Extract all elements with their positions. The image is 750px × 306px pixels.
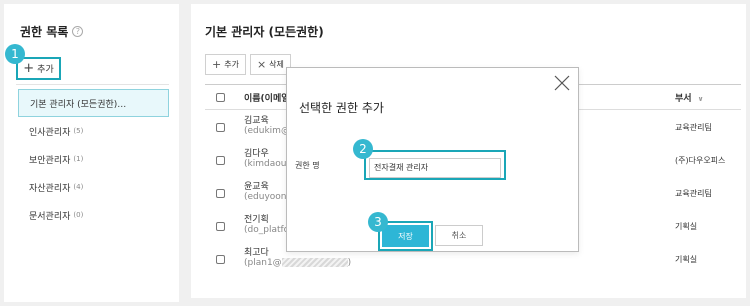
divider: [16, 84, 169, 85]
add-permission-label: 추가: [37, 65, 54, 75]
member-dept: 교육관리팀: [675, 123, 712, 132]
member-email: (edukim@: [244, 126, 290, 136]
member-dept: 기획실: [675, 222, 698, 231]
toolbar: + 추가 × 삭제: [205, 54, 291, 75]
permission-item-basic-admin[interactable]: 기본 관리자 (모든권한)…: [18, 89, 169, 117]
column-header-name[interactable]: 이름(이메일: [244, 91, 290, 104]
member-name: 김교육: [244, 116, 269, 126]
permission-list-panel: 권한 목록 ? + 추가 기본 관리자 (모든권한)… 인사관리자 (5) 보안…: [4, 4, 179, 302]
row-checkbox[interactable]: [216, 255, 225, 264]
step-badge-2: 2: [353, 139, 373, 159]
step-badge-3: 3: [368, 212, 388, 232]
delete-member-label: 삭제: [269, 60, 284, 69]
permission-item-document-admin[interactable]: 문서관리자 (0): [18, 201, 169, 229]
permission-item-count: (5): [73, 127, 84, 135]
permission-item-hr-admin[interactable]: 인사관리자 (5): [18, 117, 169, 145]
member-dept: 교육관리팀: [675, 189, 712, 198]
row-checkbox[interactable]: [216, 156, 225, 165]
member-dept: 기획실: [675, 255, 698, 264]
step-badge-1: 1: [5, 44, 25, 64]
add-member-button[interactable]: + 추가: [205, 54, 246, 75]
cancel-button[interactable]: 취소: [435, 225, 483, 246]
permission-item-count: (4): [73, 183, 84, 191]
member-name: 김다우: [244, 149, 269, 159]
permission-item-asset-admin[interactable]: 자산관리자 (4): [18, 173, 169, 201]
permission-name-label: 권한 명: [295, 161, 320, 170]
plus-icon: +: [23, 60, 35, 76]
masked-email-placeholder: [281, 258, 348, 267]
permission-item-security-admin[interactable]: 보안관리자 (1): [18, 145, 169, 173]
plus-icon: +: [212, 58, 222, 71]
member-email: (plan1@): [244, 258, 351, 268]
help-icon[interactable]: ?: [72, 26, 84, 37]
add-member-label: 추가: [224, 60, 239, 69]
permission-list: 기본 관리자 (모든권한)… 인사관리자 (5) 보안관리자 (1) 자산관리자…: [18, 89, 169, 229]
permission-item-label: 인사관리자: [29, 127, 71, 138]
panel-title: 권한 목록 ?: [20, 23, 84, 40]
panel-title-text: 권한 목록: [20, 25, 69, 39]
permission-name-highlight: [364, 150, 506, 180]
member-email-suffix: ): [347, 258, 352, 268]
select-all-checkbox[interactable]: [216, 93, 225, 102]
delete-member-button[interactable]: × 삭제: [249, 54, 291, 75]
column-header-dept[interactable]: 부서 ∨: [675, 91, 703, 104]
row-checkbox[interactable]: [216, 123, 225, 132]
column-header-dept-label: 부서: [675, 94, 692, 104]
permission-item-label: 문서관리자: [29, 211, 71, 222]
add-permission-dialog: 선택한 권한 추가 권한 명 저장 취소: [286, 67, 579, 252]
add-permission-button[interactable]: + 추가: [16, 57, 61, 80]
member-name: 윤교육: [244, 182, 269, 192]
chevron-down-icon: ∨: [697, 95, 704, 103]
row-checkbox[interactable]: [216, 222, 225, 231]
permission-item-label: 보안관리자: [29, 155, 71, 166]
member-name: 최고다: [244, 248, 269, 258]
permission-item-count: (1): [73, 155, 84, 163]
page-title: 기본 관리자 (모든권한): [205, 25, 324, 39]
member-name: 전기획: [244, 215, 269, 225]
permission-name-input[interactable]: [369, 157, 501, 178]
member-email-text: (plan1@: [244, 258, 282, 268]
member-dept: (주)다우오피스: [675, 156, 726, 165]
permission-item-label: 자산관리자: [29, 183, 71, 194]
member-email: (do_platfo: [244, 225, 290, 235]
close-icon[interactable]: [553, 74, 571, 92]
dialog-title: 선택한 권한 추가: [299, 101, 384, 115]
save-button[interactable]: 저장: [382, 225, 429, 247]
close-icon: ×: [256, 58, 267, 71]
permission-item-label: 기본 관리자 (모든권한)…: [30, 99, 127, 110]
row-checkbox[interactable]: [216, 189, 225, 198]
permission-item-count: (0): [73, 211, 84, 219]
